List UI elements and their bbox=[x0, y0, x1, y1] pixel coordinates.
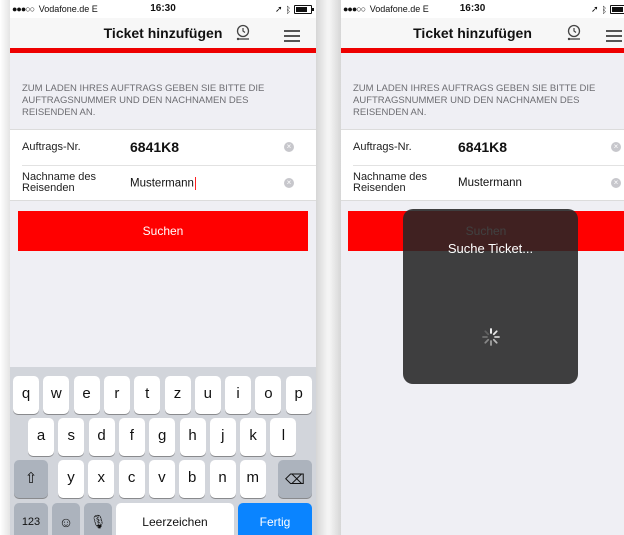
clock: 16:30 bbox=[459, 3, 486, 14]
key-j[interactable]: j bbox=[209, 418, 236, 456]
microphone-icon: 🎙 bbox=[89, 514, 107, 529]
key-h[interactable]: h bbox=[179, 418, 206, 456]
key-t[interactable]: t bbox=[134, 376, 161, 414]
phone-screen-loading: ●●●○○ Vodafone.de E 16:30 ➚ ᛒ Ticket hin… bbox=[341, 0, 624, 535]
key-z[interactable]: z bbox=[164, 376, 191, 414]
battery-icon bbox=[610, 5, 624, 14]
key-g[interactable]: g bbox=[149, 418, 176, 456]
location-icon: ➚ bbox=[591, 4, 599, 14]
surname-label: Nachname des Reisenden bbox=[22, 171, 96, 194]
screen-divider bbox=[316, 0, 341, 535]
key-n[interactable]: n bbox=[209, 460, 236, 498]
surname-input[interactable]: Mustermann bbox=[130, 177, 197, 190]
ticket-clock-icon[interactable] bbox=[234, 24, 252, 42]
order-number-row[interactable]: Auftrags-Nr. 6841K8 × bbox=[10, 130, 316, 165]
status-icons: ➚ ᛒ bbox=[275, 4, 314, 15]
emoji-key[interactable]: ☺ bbox=[52, 503, 80, 535]
ticket-clock-icon[interactable] bbox=[565, 24, 583, 42]
key-y[interactable]: y bbox=[58, 460, 84, 498]
key-c[interactable]: c bbox=[118, 460, 145, 498]
page-title: Ticket hinzufügen bbox=[103, 25, 223, 41]
order-number-input[interactable]: 6841K8 bbox=[130, 139, 179, 155]
left-edge-shadow bbox=[0, 0, 10, 535]
space-key[interactable]: Leerzeichen bbox=[116, 503, 234, 535]
loading-text: Suche Ticket... bbox=[447, 241, 534, 256]
location-icon: ➚ bbox=[275, 4, 283, 14]
key-b[interactable]: b bbox=[179, 460, 206, 498]
loading-overlay: Suche Ticket... bbox=[403, 209, 578, 384]
key-f[interactable]: f bbox=[118, 418, 145, 456]
status-icons: ➚ ᛒ bbox=[591, 4, 624, 15]
order-number-label: Auftrags-Nr. bbox=[353, 141, 412, 153]
key-e[interactable]: e bbox=[73, 376, 100, 414]
shift-icon: ⇧ bbox=[24, 470, 38, 487]
key-p[interactable]: p bbox=[285, 376, 312, 414]
instruction-text: ZUM LADEN IHRES AUFTRAGS GEBEN SIE BITTE… bbox=[353, 83, 596, 118]
clear-input-icon[interactable]: × bbox=[284, 178, 294, 188]
ticket-form: Auftrags-Nr. 6841K8 × Nachname des Reise… bbox=[10, 129, 316, 201]
bluetooth-icon: ᛒ bbox=[601, 4, 607, 15]
key-l[interactable]: l bbox=[270, 418, 297, 456]
key-u[interactable]: u bbox=[194, 376, 221, 414]
key-r[interactable]: r bbox=[103, 376, 130, 414]
clear-input-icon[interactable]: × bbox=[284, 142, 294, 152]
hamburger-menu-icon[interactable] bbox=[284, 30, 300, 42]
key-k[interactable]: k bbox=[240, 418, 267, 456]
emoji-icon: ☺ bbox=[58, 514, 74, 530]
hamburger-menu-icon[interactable] bbox=[606, 30, 622, 42]
key-a[interactable]: a bbox=[28, 418, 54, 456]
surname-value: Mustermann bbox=[130, 177, 194, 190]
done-key[interactable]: Fertig bbox=[238, 503, 312, 535]
status-bar: ●●●○○ Vodafone.de E 16:30 ➚ ᛒ bbox=[10, 0, 316, 18]
order-number-input[interactable]: 6841K8 bbox=[458, 139, 507, 155]
key-i[interactable]: i bbox=[225, 376, 252, 414]
surname-row[interactable]: Nachname des Reisenden Mustermann × bbox=[353, 165, 624, 201]
key-x[interactable]: x bbox=[88, 460, 115, 498]
navigation-bar: Ticket hinzufügen bbox=[341, 18, 624, 48]
backspace-key[interactable]: ⌫ bbox=[278, 460, 312, 498]
key-v[interactable]: v bbox=[148, 460, 175, 498]
surname-label: Nachname des Reisenden bbox=[353, 171, 427, 194]
clear-input-icon[interactable]: × bbox=[611, 178, 621, 188]
bluetooth-icon: ᛒ bbox=[285, 4, 291, 15]
order-number-label: Auftrags-Nr. bbox=[22, 141, 81, 153]
backspace-icon: ⌫ bbox=[285, 471, 305, 487]
surname-input[interactable]: Mustermann bbox=[458, 177, 522, 189]
key-d[interactable]: d bbox=[88, 418, 115, 456]
instruction-text: ZUM LADEN IHRES AUFTRAGS GEBEN SIE BITTE… bbox=[22, 83, 265, 118]
key-s[interactable]: s bbox=[58, 418, 85, 456]
key-w[interactable]: w bbox=[43, 376, 70, 414]
ticket-form: Auftrags-Nr. 6841K8 × Nachname des Reise… bbox=[341, 129, 624, 201]
key-q[interactable]: q bbox=[13, 376, 39, 414]
key-m[interactable]: m bbox=[239, 460, 266, 498]
status-bar: ●●●○○ Vodafone.de E 16:30 ➚ ᛒ bbox=[341, 0, 624, 18]
text-cursor bbox=[194, 177, 197, 190]
battery-icon bbox=[294, 5, 314, 14]
phone-screen-form: ●●●○○ Vodafone.de E 16:30 ➚ ᛒ Ticket hin… bbox=[10, 0, 316, 535]
key-o[interactable]: o bbox=[255, 376, 282, 414]
surname-row[interactable]: Nachname des Reisenden Mustermann × bbox=[22, 165, 316, 201]
search-button[interactable]: Suchen bbox=[18, 211, 308, 251]
numbers-key[interactable]: 123 bbox=[14, 503, 48, 535]
keyboard: qwertzuiop asdfghjkl yxcvbnm ⇧ ⌫ 123 ☺ 🎙… bbox=[10, 367, 316, 535]
main-content: ZUM LADEN IHRES AUFTRAGS GEBEN SIE BITTE… bbox=[341, 53, 624, 535]
navigation-bar: Ticket hinzufügen bbox=[10, 18, 316, 48]
order-number-row[interactable]: Auftrags-Nr. 6841K8 × bbox=[341, 130, 624, 165]
shift-key[interactable]: ⇧ bbox=[14, 460, 48, 498]
dictation-key[interactable]: 🎙 bbox=[84, 503, 112, 535]
spinner-icon bbox=[482, 328, 500, 346]
clock: 16:30 bbox=[150, 3, 176, 14]
clear-input-icon[interactable]: × bbox=[611, 142, 621, 152]
